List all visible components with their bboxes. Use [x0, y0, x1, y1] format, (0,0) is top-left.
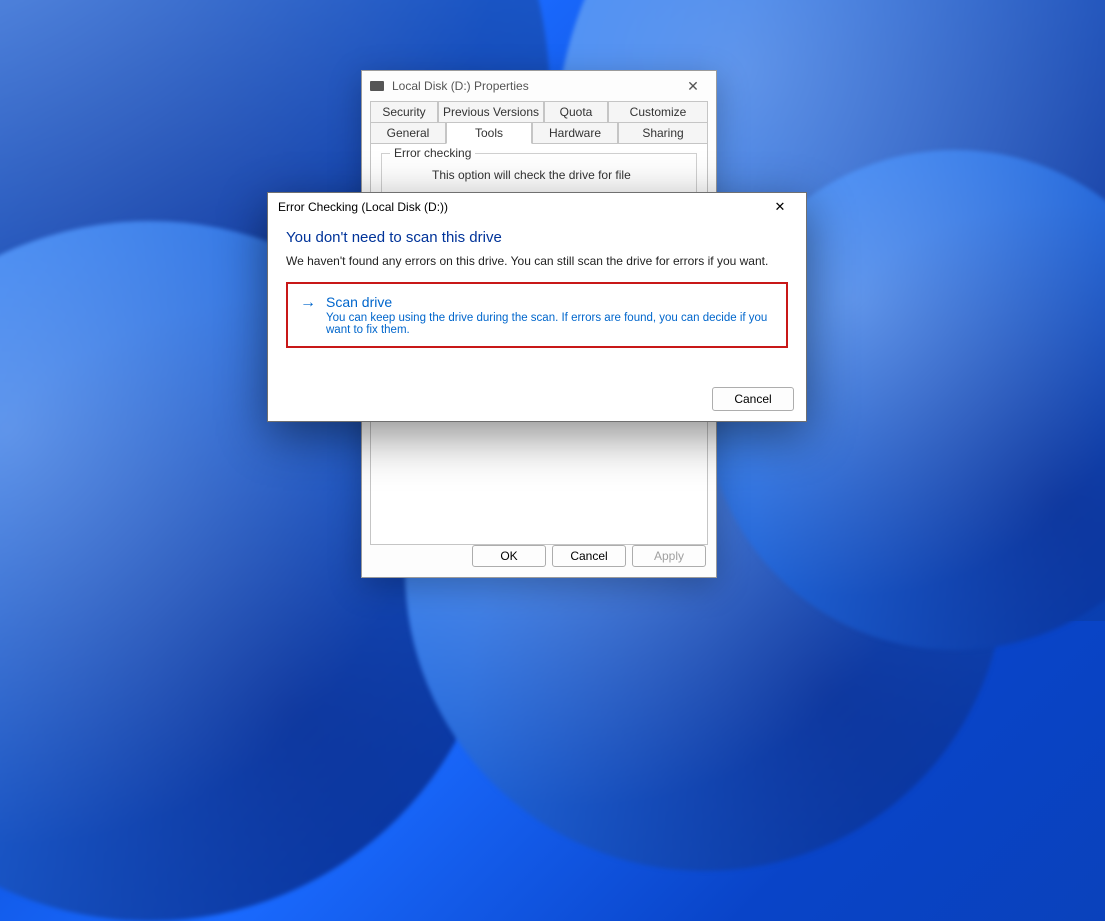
- tab-general[interactable]: General: [370, 122, 446, 144]
- tab-customize[interactable]: Customize: [608, 101, 708, 122]
- scan-drive-desc: You can keep using the drive during the …: [326, 312, 774, 336]
- close-icon[interactable]: ✕: [678, 78, 708, 95]
- group-text: This option will check the drive for fil…: [392, 168, 686, 182]
- dialog-subtext: We haven't found any errors on this driv…: [286, 254, 788, 268]
- tab-tools[interactable]: Tools: [446, 122, 532, 144]
- arrow-right-icon: →: [300, 294, 316, 336]
- error-checking-group: Error checking This option will check th…: [381, 153, 697, 193]
- dialog-titlebar[interactable]: Error Checking (Local Disk (D:)) ✕: [268, 193, 806, 221]
- drive-icon: [370, 81, 384, 91]
- apply-button: Apply: [632, 545, 706, 567]
- cancel-button[interactable]: Cancel: [552, 545, 626, 567]
- close-icon[interactable]: ✕: [764, 196, 796, 218]
- dialog-title: Error Checking (Local Disk (D:)): [278, 200, 764, 214]
- ok-button[interactable]: OK: [472, 545, 546, 567]
- scan-drive-option[interactable]: → Scan drive You can keep using the driv…: [286, 282, 788, 348]
- tab-sharing[interactable]: Sharing: [618, 122, 708, 144]
- dialog-headline: You don't need to scan this drive: [286, 229, 788, 246]
- dialog-cancel-button[interactable]: Cancel: [712, 387, 794, 411]
- group-label: Error checking: [390, 146, 475, 160]
- tab-security[interactable]: Security: [370, 101, 438, 122]
- tab-quota[interactable]: Quota: [544, 101, 608, 122]
- scan-drive-title: Scan drive: [326, 294, 774, 310]
- tab-hardware[interactable]: Hardware: [532, 122, 618, 144]
- error-checking-dialog: Error Checking (Local Disk (D:)) ✕ You d…: [267, 192, 807, 422]
- properties-titlebar[interactable]: Local Disk (D:) Properties ✕: [362, 71, 716, 101]
- properties-title: Local Disk (D:) Properties: [392, 79, 678, 93]
- tab-previous-versions[interactable]: Previous Versions: [438, 101, 544, 122]
